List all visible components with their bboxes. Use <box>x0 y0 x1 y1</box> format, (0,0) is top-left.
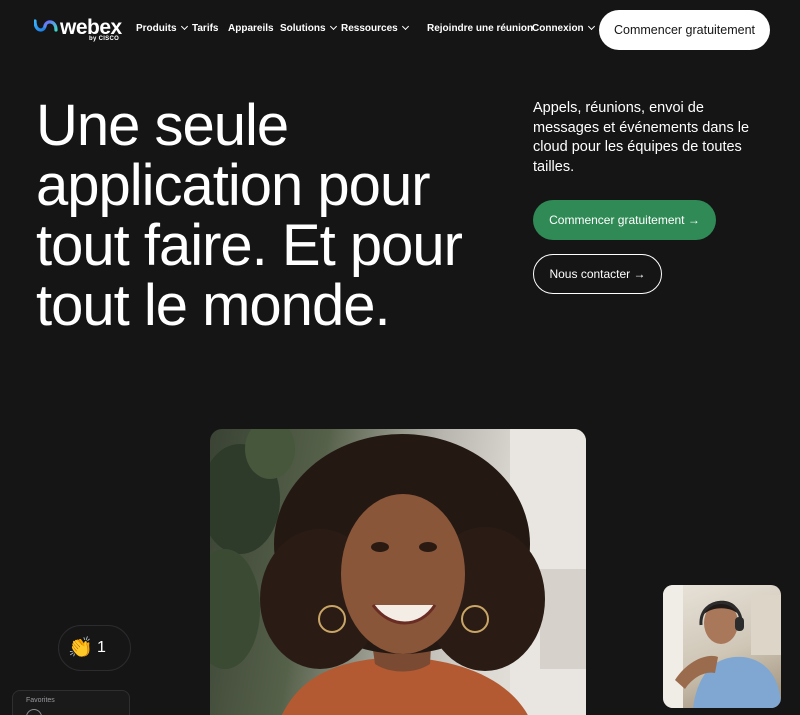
favorites-panel: Favorites <box>12 690 130 715</box>
nav-start-free-button[interactable]: Commencer gratuitement <box>599 10 770 50</box>
start-free-button[interactable]: Commencer gratuitement → <box>533 200 716 240</box>
nav-item-label: Ressources <box>341 23 398 34</box>
nav-item-produits[interactable]: Produits <box>136 22 188 34</box>
clapping-hands-icon: 👏 <box>68 637 93 659</box>
main-video-tile <box>210 429 586 715</box>
login-label: Connexion <box>532 23 584 34</box>
login-link[interactable]: Connexion <box>532 22 595 34</box>
chevron-down-icon <box>401 22 409 31</box>
nav-item-solutions[interactable]: Solutions <box>280 22 337 34</box>
nav-item-label: Tarifs <box>192 23 219 34</box>
nav-item-ressources[interactable]: Ressources <box>341 22 409 34</box>
favorites-label: Favorites <box>26 697 55 704</box>
nav-item-label: Appareils <box>228 23 274 34</box>
reaction-count: 1 <box>97 639 106 656</box>
participant-man-image <box>663 585 781 708</box>
secondary-video-tile <box>663 585 781 708</box>
brand-sub: by CISCO <box>89 36 120 42</box>
reaction-badge: 👏 1 <box>58 625 131 671</box>
chevron-down-icon <box>180 22 188 31</box>
webex-logo[interactable]: webex by CISCO <box>34 16 124 46</box>
nav-item-label: Produits <box>136 23 177 34</box>
chevron-down-icon <box>329 22 337 31</box>
chevron-down-icon <box>587 22 595 31</box>
nav-item-appareils[interactable]: Appareils <box>228 23 274 34</box>
avatar <box>26 709 42 715</box>
participant-woman-image <box>210 429 586 715</box>
hero-title: Une seule application pour tout faire. E… <box>36 93 463 338</box>
top-navigation: webex by CISCO Produits Tarifs Appareils… <box>0 0 800 60</box>
contact-us-button[interactable]: Nous contacter → <box>533 254 662 294</box>
nav-item-tarifs[interactable]: Tarifs <box>192 23 219 34</box>
webex-logo-icon <box>34 19 58 32</box>
hero-description: Appels, réunions, envoi de messages et é… <box>533 100 750 175</box>
join-meeting-link[interactable]: Rejoindre une réunion <box>427 23 533 34</box>
nav-item-label: Solutions <box>280 23 326 34</box>
